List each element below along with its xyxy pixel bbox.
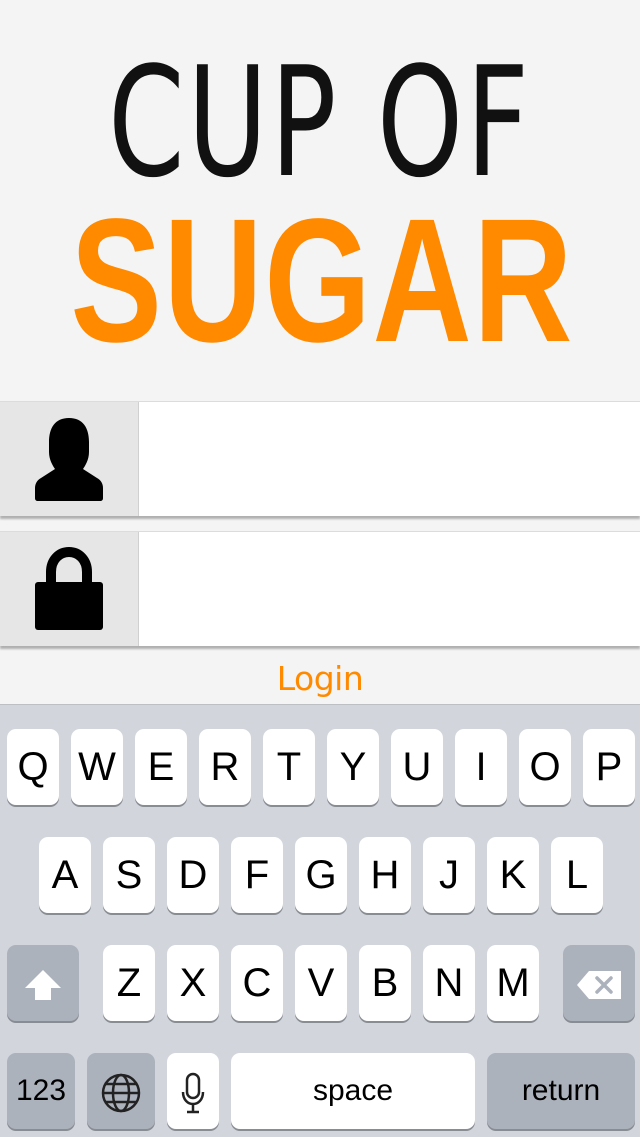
- key-s[interactable]: S: [103, 837, 155, 913]
- key-z[interactable]: Z: [103, 945, 155, 1021]
- key-g[interactable]: G: [295, 837, 347, 913]
- key-r[interactable]: R: [199, 729, 251, 805]
- key-d[interactable]: D: [167, 837, 219, 913]
- delete-key[interactable]: [563, 945, 635, 1021]
- microphone-key[interactable]: [167, 1053, 219, 1129]
- user-icon: [35, 418, 103, 501]
- username-input[interactable]: [140, 402, 640, 516]
- key-t[interactable]: T: [263, 729, 315, 805]
- key-q[interactable]: Q: [7, 729, 59, 805]
- key-c[interactable]: C: [231, 945, 283, 1021]
- login-button[interactable]: Login: [0, 650, 640, 704]
- key-o[interactable]: O: [519, 729, 571, 805]
- key-h[interactable]: H: [359, 837, 411, 913]
- key-b[interactable]: B: [359, 945, 411, 1021]
- key-j[interactable]: J: [423, 837, 475, 913]
- key-u[interactable]: U: [391, 729, 443, 805]
- password-input[interactable]: [140, 532, 640, 646]
- key-l[interactable]: L: [551, 837, 603, 913]
- key-k[interactable]: K: [487, 837, 539, 913]
- key-e[interactable]: E: [135, 729, 187, 805]
- shift-icon: [25, 970, 61, 1001]
- key-p[interactable]: P: [583, 729, 635, 805]
- app-logo: CUP OF SUGAR: [0, 0, 640, 400]
- microphone-icon: [181, 1073, 205, 1114]
- key-y[interactable]: Y: [327, 729, 379, 805]
- globe-key[interactable]: [87, 1053, 155, 1129]
- key-a[interactable]: A: [39, 837, 91, 913]
- key-w[interactable]: W: [71, 729, 123, 805]
- key-x[interactable]: X: [167, 945, 219, 1021]
- shift-key[interactable]: [7, 945, 79, 1021]
- numbers-key[interactable]: 123: [7, 1053, 75, 1129]
- lock-icon: [35, 546, 103, 630]
- password-icon-box: [0, 532, 139, 646]
- delete-icon: [577, 971, 621, 1000]
- key-m[interactable]: M: [487, 945, 539, 1021]
- username-icon-box: [0, 402, 139, 516]
- return-key[interactable]: return: [487, 1053, 635, 1129]
- password-field: [0, 531, 640, 646]
- key-v[interactable]: V: [295, 945, 347, 1021]
- key-n[interactable]: N: [423, 945, 475, 1021]
- keyboard: Q W E R T Y U I O P A S D F G H J K L Z …: [0, 704, 640, 1137]
- space-key[interactable]: space: [231, 1053, 475, 1129]
- key-f[interactable]: F: [231, 837, 283, 913]
- username-field: [0, 401, 640, 516]
- globe-icon: [101, 1074, 141, 1113]
- logo-line-2: SUGAR: [70, 183, 574, 379]
- key-i[interactable]: I: [455, 729, 507, 805]
